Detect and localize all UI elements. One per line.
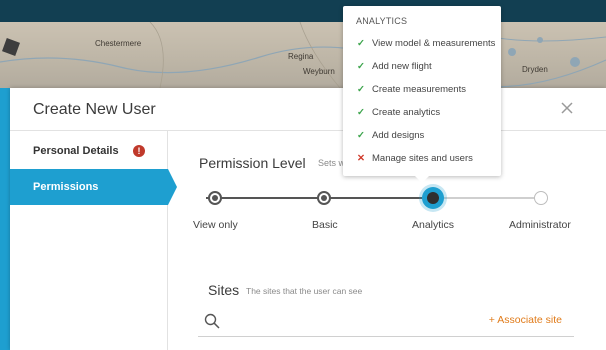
popover-item: ✓ View model & measurements [356, 37, 495, 51]
top-bar [0, 0, 606, 22]
check-icon: ✓ [357, 38, 365, 49]
popover-item-label: Add new flight [372, 61, 432, 72]
popover-item: ✓ Create measurements [356, 83, 466, 97]
popover-item: ✓ Add new flight [356, 60, 432, 74]
check-icon: ✓ [357, 107, 365, 118]
sites-title: Sites [208, 282, 240, 298]
sidebar-item-label: Personal Details [33, 145, 119, 157]
map-background: Chestermere Regina Weyburn Dryden [0, 22, 606, 88]
popover-item: ✓ Create analytics [356, 106, 440, 120]
map-town-label: Chestermere [95, 39, 142, 48]
popover-item-label: Create measurements [372, 84, 466, 95]
popover-item: ✕ Manage sites and users [356, 152, 473, 166]
modal-accent-bar [0, 88, 10, 350]
wizard-sidebar: Personal Details ! Permissions [10, 131, 177, 350]
permission-step-analytics[interactable] [422, 187, 444, 209]
sidebar-item-personal-details[interactable]: Personal Details ! [10, 133, 168, 169]
permission-step-label: Administrator [509, 219, 571, 231]
permission-step-view-only[interactable] [208, 191, 222, 205]
sites-search-row: + Associate site [198, 305, 574, 337]
modal-header: Create New User [10, 88, 606, 131]
popover-item-label: Manage sites and users [372, 153, 473, 164]
popover-item: ✓ Add designs [356, 129, 424, 143]
map-town-label: Weyburn [303, 67, 335, 76]
check-icon: ✓ [357, 61, 365, 72]
map-town-label: Regina [288, 52, 314, 61]
sidebar-item-permissions[interactable]: Permissions [10, 169, 177, 205]
permission-step-label: Analytics [412, 219, 455, 231]
check-icon: ✓ [357, 84, 365, 95]
permission-step-label: View only [193, 219, 238, 231]
analytics-permissions-popover: ANALYTICS ✓ View model & measurements ✓ Ad… [343, 6, 501, 183]
permission-step-administrator[interactable] [534, 191, 548, 205]
close-icon[interactable] [559, 100, 575, 116]
sites-subtitle: The sites that the user can see [246, 286, 363, 296]
cross-icon: ✕ [357, 153, 365, 164]
popover-item-label: Add designs [372, 130, 425, 141]
permission-step-basic[interactable] [317, 191, 331, 205]
sidebar-item-label: Permissions [33, 181, 99, 193]
error-badge-icon: ! [133, 145, 145, 157]
modal-title: Create New User [33, 101, 156, 118]
permission-step-label: Basic [312, 219, 338, 231]
permission-level-title: Permission Level [199, 155, 306, 171]
map-town-label: Dryden [522, 65, 548, 74]
associate-site-button[interactable]: + Associate site [489, 314, 562, 326]
check-icon: ✓ [357, 130, 365, 141]
popover-item-label: Create analytics [372, 107, 441, 118]
popover-heading: ANALYTICS [356, 16, 408, 26]
popover-item-label: View model & measurements [372, 38, 496, 49]
search-icon[interactable] [204, 313, 220, 329]
